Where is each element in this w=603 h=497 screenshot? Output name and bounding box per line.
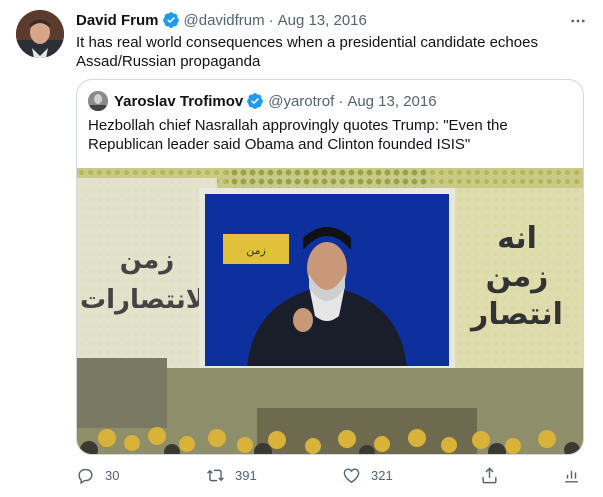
quoted-tweet-photo[interactable]: زمن الانتصارات انه زمن انتصار زمن: [77, 168, 584, 455]
retweet-button[interactable]: 391: [206, 463, 257, 487]
tweet-date[interactable]: Aug 13, 2016: [278, 12, 367, 29]
svg-text:زمن: زمن: [486, 259, 549, 294]
tweet-header: David Frum @davidfrum · Aug 13, 2016: [76, 9, 587, 31]
svg-text:زمن: زمن: [120, 245, 174, 275]
like-button[interactable]: 321: [342, 463, 393, 487]
like-icon: [343, 467, 360, 483]
quoted-tweet-header: Yaroslav Trofimov @yarotrof · Aug 13, 20…: [88, 90, 437, 112]
quoted-author-avatar: [88, 91, 108, 111]
verified-badge-icon: [247, 93, 264, 109]
like-count: 321: [371, 467, 393, 483]
svg-text:انتصار: انتصار: [469, 297, 563, 332]
analytics-icon: [565, 470, 578, 483]
quoted-tweet-date: Aug 13, 2016: [347, 92, 437, 110]
svg-text:زمن: زمن: [246, 244, 266, 257]
quoted-tweet[interactable]: Yaroslav Trofimov @yarotrof · Aug 13, 20…: [76, 79, 584, 455]
share-button[interactable]: [480, 463, 509, 487]
reply-count: 30: [105, 467, 120, 483]
author-name[interactable]: David Frum: [76, 12, 159, 29]
separator-dot: ·: [268, 11, 274, 29]
retweet-count: 391: [235, 467, 257, 483]
analytics-button[interactable]: [562, 463, 591, 487]
tweet[interactable]: David Frum @davidfrum · Aug 13, 2016 It …: [0, 0, 603, 497]
svg-text:انه: انه: [497, 221, 537, 256]
separator-dot: ·: [338, 92, 344, 110]
tweet-actions: 30 391 321: [76, 463, 586, 487]
author-handle[interactable]: @davidfrum: [184, 12, 265, 29]
quoted-author-handle: @yarotrof: [268, 92, 335, 110]
tweet-text: It has real world consequences when a pr…: [76, 34, 538, 70]
svg-text:الانتصارات: الانتصارات: [80, 285, 214, 315]
verified-badge-icon: [162, 12, 179, 28]
author-avatar[interactable]: [16, 10, 64, 58]
more-icon[interactable]: [569, 12, 587, 30]
retweet-icon: [207, 469, 224, 481]
quoted-author-name: Yaroslav Trofimov: [114, 92, 244, 110]
share-icon: [482, 466, 497, 483]
reply-button[interactable]: 30: [76, 463, 119, 487]
reply-icon: [78, 468, 93, 484]
quoted-tweet-text: Hezbollah chief Nasrallah approvingly qu…: [88, 117, 508, 153]
